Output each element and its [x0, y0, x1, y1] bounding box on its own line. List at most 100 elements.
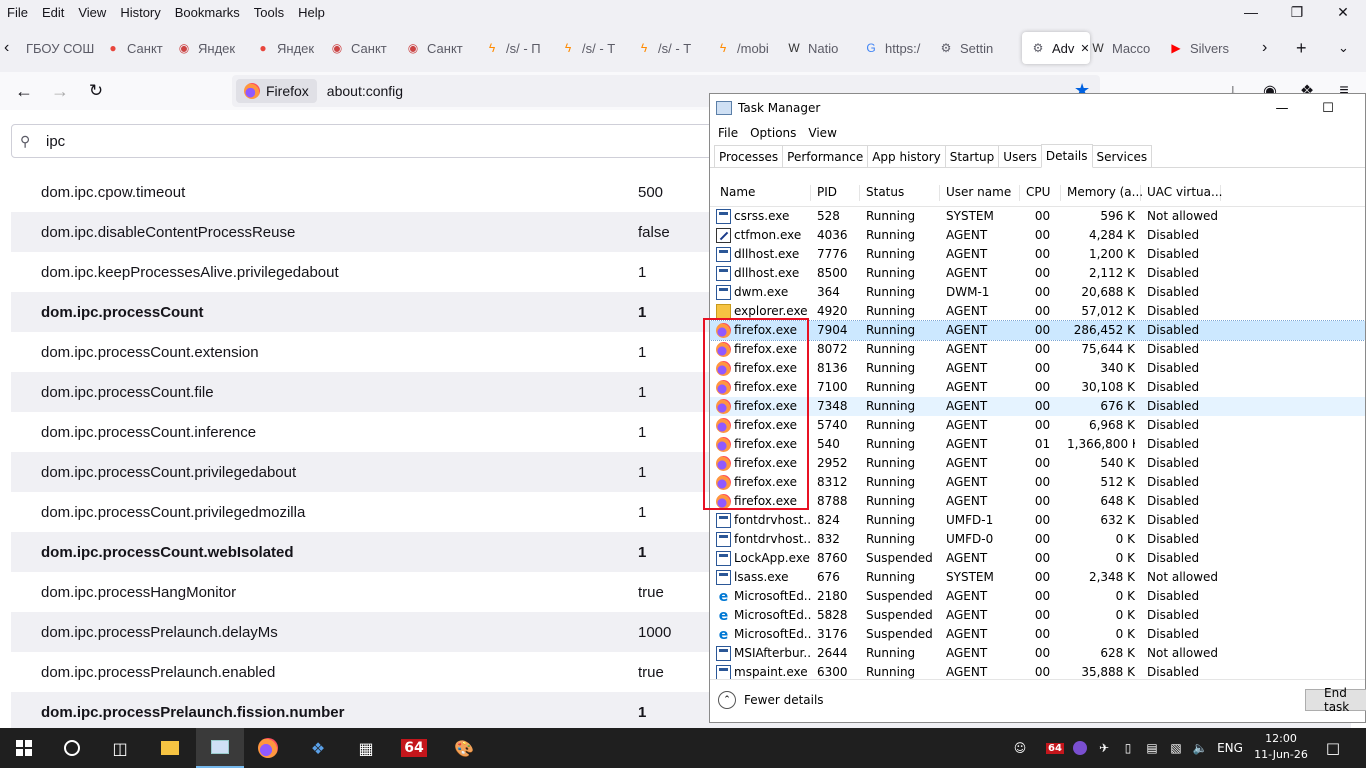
- identity-box[interactable]: Firefox: [236, 79, 317, 103]
- tm-tab-details[interactable]: Details: [1040, 144, 1093, 168]
- language-indicator[interactable]: ENG: [1214, 728, 1246, 768]
- app-taskbar-icon[interactable]: ❖: [294, 728, 342, 768]
- process-row[interactable]: e MicrosoftEd... 3176 Suspended AGENT 00 0 K Di…: [710, 625, 1365, 644]
- menu-tools[interactable]: Tools: [247, 5, 291, 20]
- tab-12[interactable]: ⚙ Settin: [938, 32, 1008, 64]
- process-row[interactable]: csrss.exe 528 Running SYSTEM 00 596 K Not allo…: [710, 207, 1365, 226]
- column-header-4[interactable]: CPU: [1020, 185, 1061, 201]
- column-header-0[interactable]: Name: [714, 185, 811, 201]
- column-header-6[interactable]: UAC virtua...: [1141, 185, 1222, 201]
- menu-file[interactable]: File: [0, 5, 35, 20]
- tab-5[interactable]: ◉ Санкт: [405, 32, 475, 64]
- paint-icon[interactable]: 🎨: [440, 728, 488, 768]
- tab-11[interactable]: Ghttps:/: [863, 32, 933, 64]
- clock[interactable]: 12:00 11-Jun-26: [1246, 731, 1316, 763]
- fewer-details-link[interactable]: ⌃ Fewer details: [718, 691, 824, 709]
- tm-menu-view[interactable]: View: [802, 126, 842, 140]
- tab-13[interactable]: ⚙ Adv ✕: [1022, 32, 1090, 64]
- end-task-button[interactable]: End task: [1305, 686, 1366, 714]
- tm-tab-performance[interactable]: Performance: [782, 145, 869, 167]
- list-all-tabs-button[interactable]: ⌄: [1338, 32, 1358, 64]
- cell-uac: Disabled: [1147, 589, 1200, 603]
- forward-button[interactable]: →: [45, 76, 75, 106]
- tab-7[interactable]: ϟ/s/ - Т: [560, 32, 630, 64]
- tm-tab-processes[interactable]: Processes: [714, 145, 784, 167]
- process-row[interactable]: dllhost.exe 7776 Running AGENT 00 1,200 K Disa…: [710, 245, 1365, 264]
- tab-2[interactable]: ◉ Яндек: [176, 32, 246, 64]
- menu-help[interactable]: Help: [291, 5, 332, 20]
- tab-6[interactable]: ϟ/s/ - П: [484, 32, 554, 64]
- tab-scroll-right-button[interactable]: ›: [1262, 32, 1282, 64]
- process-row[interactable]: fontdrvhost.... 832 Running UMFD-0 00 0 K Disa…: [710, 530, 1365, 549]
- tab-0[interactable]: ГБОУ СОШ: [26, 32, 100, 64]
- process-row[interactable]: mspaint.exe 6300 Running AGENT 00 35,888 K Dis…: [710, 663, 1365, 679]
- menu-history[interactable]: History: [113, 5, 167, 20]
- column-header-3[interactable]: User name: [940, 185, 1020, 201]
- cell-uac: Disabled: [1147, 608, 1200, 622]
- tm-tab-startup[interactable]: Startup: [944, 145, 1000, 167]
- process-row[interactable]: ctfmon.exe 4036 Running AGENT 00 4,284 K Disab…: [710, 226, 1365, 245]
- file-explorer-icon[interactable]: [146, 728, 194, 768]
- process-row[interactable]: e MicrosoftEd... 2180 Suspended AGENT 00 0 K Di…: [710, 587, 1365, 606]
- process-row[interactable]: lsass.exe 676 Running SYSTEM 00 2,348 K Not al…: [710, 568, 1365, 587]
- tab-15[interactable]: ▶ Silvers: [1168, 32, 1238, 64]
- tab-4[interactable]: ◉ Санкт: [329, 32, 399, 64]
- calculator-icon[interactable]: ▦: [342, 728, 390, 768]
- reload-button[interactable]: ↻: [81, 76, 111, 106]
- tab-1[interactable]: ● Санкт: [105, 32, 175, 64]
- cell-user: SYSTEM: [946, 209, 994, 223]
- cell-cpu: 00: [1034, 589, 1051, 603]
- menu-edit[interactable]: Edit: [35, 5, 71, 20]
- tab-14[interactable]: W Macco: [1090, 32, 1160, 64]
- cell-uac: Disabled: [1147, 380, 1200, 394]
- aida64-tray-icon[interactable]: 64: [1044, 728, 1066, 768]
- tm-tab-services[interactable]: Services: [1091, 145, 1153, 167]
- search-circle-icon[interactable]: [48, 728, 96, 768]
- tm-menu-file[interactable]: File: [712, 126, 744, 140]
- process-row[interactable]: LockApp.exe 8760 Suspended AGENT 00 0 K Disabl…: [710, 549, 1365, 568]
- process-row[interactable]: dllhost.exe 8500 Running AGENT 00 2,112 K Disa…: [710, 264, 1365, 283]
- usb-icon[interactable]: ▯: [1118, 728, 1138, 768]
- wifi-icon[interactable]: ▧: [1166, 728, 1186, 768]
- back-button[interactable]: ←: [9, 76, 39, 106]
- start-button[interactable]: [0, 728, 48, 768]
- process-row[interactable]: fontdrvhost.... 824 Running UMFD-1 00 632 K Di…: [710, 511, 1365, 530]
- cell-mem: 676 K: [1100, 399, 1135, 413]
- process-row[interactable]: MSIAfterbur... 2644 Running AGENT 00 628 K Not…: [710, 644, 1365, 663]
- cell-cpu: 00: [1034, 361, 1051, 375]
- notifications-icon[interactable]: □: [1320, 728, 1346, 768]
- cell-status: Running: [866, 513, 916, 527]
- tray-app-icon[interactable]: [1070, 728, 1090, 768]
- close-window-button[interactable]: ✕: [1320, 0, 1366, 24]
- tab-scroll-left-button[interactable]: ‹: [4, 32, 24, 64]
- menu-bookmarks[interactable]: Bookmarks: [168, 5, 247, 20]
- task-view-icon[interactable]: ◫: [96, 728, 144, 768]
- tm-tab-app-history[interactable]: App history: [867, 145, 946, 167]
- process-row[interactable]: dwm.exe 364 Running DWM-1 00 20,688 K Disabled: [710, 283, 1365, 302]
- column-header-2[interactable]: Status: [860, 185, 940, 201]
- task-manager-taskbar-icon[interactable]: [196, 728, 244, 768]
- cell-name: mspaint.exe: [734, 665, 808, 679]
- column-header-5[interactable]: Memory (a...: [1061, 185, 1143, 201]
- tab-9[interactable]: ϟ/mobi: [715, 32, 785, 64]
- minimize-button[interactable]: —: [1228, 0, 1274, 24]
- volume-icon[interactable]: 🔈: [1190, 728, 1210, 768]
- airplane-icon[interactable]: ✈: [1094, 728, 1114, 768]
- column-header-1[interactable]: PID: [811, 185, 860, 201]
- tm-tab-users[interactable]: Users: [998, 145, 1042, 167]
- network-icon[interactable]: ▤: [1142, 728, 1162, 768]
- tab-8[interactable]: ϟ/s/ - Т: [636, 32, 706, 64]
- tm-maximize-button[interactable]: ☐: [1305, 94, 1351, 122]
- people-icon[interactable]: ☺: [1010, 728, 1030, 768]
- tm-menu-options[interactable]: Options: [744, 126, 802, 140]
- menu-view[interactable]: View: [71, 5, 113, 20]
- firefox-taskbar-icon[interactable]: [244, 728, 292, 768]
- tab-close-icon[interactable]: ✕: [1080, 42, 1089, 55]
- tm-minimize-button[interactable]: —: [1259, 94, 1305, 122]
- new-tab-button[interactable]: +: [1296, 32, 1316, 64]
- aida64-icon[interactable]: 64: [390, 728, 438, 768]
- restore-button[interactable]: ❐: [1274, 0, 1320, 24]
- tab-3[interactable]: ● Яндек: [255, 32, 325, 64]
- process-row[interactable]: e MicrosoftEd... 5828 Suspended AGENT 00 0 K Di…: [710, 606, 1365, 625]
- tab-10[interactable]: W Natio: [786, 32, 856, 64]
